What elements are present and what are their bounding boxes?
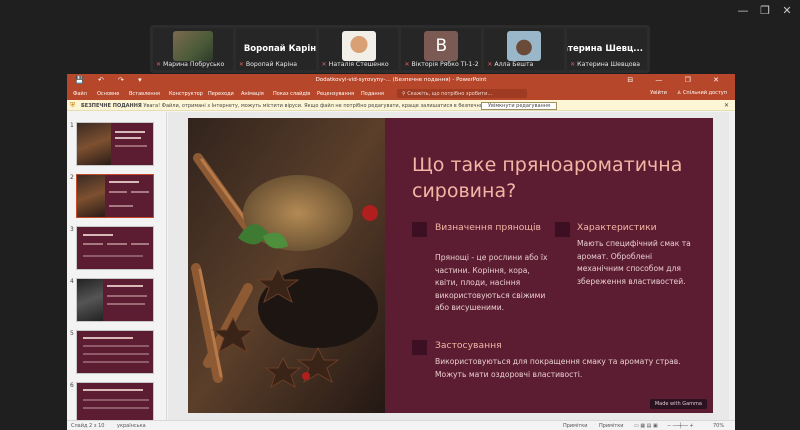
participant-tile[interactable]: ✕ Марина Побрусько: [153, 28, 233, 70]
slide-title: Що таке пряноароматична сировина?: [412, 154, 683, 202]
zoom-level[interactable]: 70%: [713, 423, 724, 429]
avatar: [507, 31, 542, 61]
mic-muted-icon: ✕: [404, 61, 410, 68]
comments-button[interactable]: Примітки: [599, 423, 624, 429]
thumbnail-number: 5: [70, 330, 74, 337]
mic-muted-icon: ✕: [570, 61, 576, 68]
section-heading: Характеристики: [577, 222, 657, 233]
view-buttons[interactable]: ▭ ▦ ▤ ▣: [634, 423, 658, 429]
current-slide: Що таке пряноароматична сировина? Визнач…: [188, 118, 713, 413]
thumbnail-image: [77, 123, 111, 165]
protected-view-label: БЕЗПЕЧНЕ ПОДАННЯ: [81, 103, 142, 109]
mic-muted-icon: ✕: [238, 61, 244, 68]
tab-slideshow[interactable]: Показ слайдів: [273, 91, 310, 97]
section-body: Використовуються для покращення смаку та…: [435, 357, 681, 379]
share-button[interactable]: ♙ Спільний доступ: [677, 90, 727, 96]
mic-muted-icon: ✕: [487, 61, 493, 68]
tab-home[interactable]: Основне: [97, 91, 119, 97]
participant-display-name: Катерина Шевц...: [567, 44, 643, 54]
tab-file[interactable]: Файл: [73, 91, 87, 97]
ribbon-tabs: Файл Основне Вставлення Конструктор Пере…: [67, 87, 735, 100]
participant-name: Марина Побрусько: [163, 61, 225, 68]
participant-tile[interactable]: В ✕ Вікторія Рябко ТІ-1-2: [401, 28, 482, 70]
participant-name: Алла Бешта: [494, 61, 534, 68]
bullet-box: [412, 222, 427, 237]
avatar: В: [424, 31, 459, 61]
thumbnail-number: 1: [70, 122, 74, 129]
slide-editor: Що таке пряноароматична сировина? Визнач…: [168, 112, 735, 420]
thumbnail-number: 2: [70, 174, 74, 181]
sign-in-link[interactable]: Увійти: [650, 90, 667, 96]
section-heading: Застосування: [435, 340, 502, 351]
slide-thumbnail-6[interactable]: [76, 382, 154, 420]
participant-tile[interactable]: Воропай Каріна ✕ Воропай Каріна: [235, 28, 316, 70]
mic-muted-icon: ✕: [321, 61, 327, 68]
protected-view-bar: ⛨ БЕЗПЕЧНЕ ПОДАННЯ Увага! Файли, отриман…: [67, 100, 735, 111]
tab-design[interactable]: Конструктор: [169, 91, 203, 97]
participant-tile[interactable]: ✕ Алла Бешта: [484, 28, 565, 70]
slide-thumbnail-3[interactable]: [76, 226, 154, 270]
thumbnail-number: 3: [70, 226, 74, 233]
tab-review[interactable]: Рецензування: [317, 91, 354, 97]
thumbnail-image: [77, 279, 103, 321]
thumbnail-image: [77, 175, 105, 217]
slide-thumbnail-5[interactable]: [76, 330, 154, 374]
spices-photo: [188, 118, 385, 413]
section-body: Мають специфічний смак та аромат. Обробл…: [577, 239, 691, 286]
participant-name: Вікторія Рябко ТІ-1-2: [411, 61, 479, 68]
thumbnail-number: 4: [70, 278, 74, 285]
tell-me-search[interactable]: ⚲ Скажіть, що потрібно зробити...: [397, 89, 527, 98]
enable-editing-button[interactable]: Увімкнути редагування: [481, 101, 558, 110]
participant-name: Воропай Каріна: [245, 61, 298, 68]
vertical-scrollbar[interactable]: [729, 112, 735, 420]
close-icon[interactable]: ✕: [724, 102, 729, 109]
slide-thumbnails-pane: 1 2 3 4 5 6: [67, 112, 167, 420]
shield-icon: ⛨: [70, 101, 76, 109]
minimize-icon[interactable]: —: [735, 4, 751, 18]
slide-thumbnail-1[interactable]: [76, 122, 154, 166]
thumbnail-number: 6: [70, 382, 74, 389]
slide-counter: Слайд 2 з 10: [71, 423, 105, 429]
participant-name: Наталія Стешенко: [328, 61, 389, 68]
tab-insert[interactable]: Вставлення: [129, 91, 160, 97]
tab-animations[interactable]: Анімація: [241, 91, 264, 97]
slide-thumbnail-4[interactable]: [76, 278, 154, 322]
status-bar: Слайд 2 з 10 українська Примітки Примітк…: [67, 420, 735, 430]
participants-strip: ✕ Марина Побрусько Воропай Каріна ✕ Воропа…: [150, 25, 650, 73]
avatar: [341, 31, 376, 61]
bullet-box: [412, 340, 427, 355]
protected-view-message: Увага! Файли, отримані з Інтернету, можу…: [143, 103, 514, 109]
participant-display-name: Воропай Каріна: [243, 44, 316, 54]
section-heading: Визначення прянощів: [435, 222, 541, 233]
made-with-gamma-badge[interactable]: Made with Gamma: [649, 399, 707, 409]
avatar: [173, 31, 213, 61]
language-indicator[interactable]: українська: [117, 423, 146, 429]
spices-image: [188, 118, 385, 413]
tab-transitions[interactable]: Переходи: [208, 91, 234, 97]
section-body: Прянощі - це рослини або їх частини. Кор…: [435, 253, 548, 312]
screen: — ❐ ✕ ✕ Марина Побрусько Воропай Каріна ✕…: [0, 0, 800, 430]
participant-name: Катерина Шевцова: [577, 61, 641, 68]
bullet-box: [555, 222, 570, 237]
notes-button[interactable]: Примітки: [563, 423, 588, 429]
tab-view[interactable]: Подання: [361, 91, 384, 97]
title-bar: 💾 ↶ ↷ ▾ Dodatkovyi-vid-syrovyny-… (Безпе…: [67, 74, 735, 87]
window-controls[interactable]: ⊟ — ❐ ✕: [627, 76, 729, 84]
participant-tile[interactable]: ✕ Наталія Стешенко: [318, 28, 399, 70]
zoom-slider[interactable]: − ──┼── +: [667, 423, 694, 429]
slide-thumbnail-2[interactable]: [76, 174, 154, 218]
powerpoint-window: 💾 ↶ ↷ ▾ Dodatkovyi-vid-syrovyny-… (Безпе…: [67, 74, 735, 430]
restore-icon[interactable]: ❐: [757, 4, 773, 18]
participant-tile[interactable]: Катерина Шевц... ✕Катерина Шевцова: [567, 28, 647, 70]
mic-muted-icon: ✕: [156, 61, 162, 68]
close-icon[interactable]: ✕: [779, 4, 795, 18]
